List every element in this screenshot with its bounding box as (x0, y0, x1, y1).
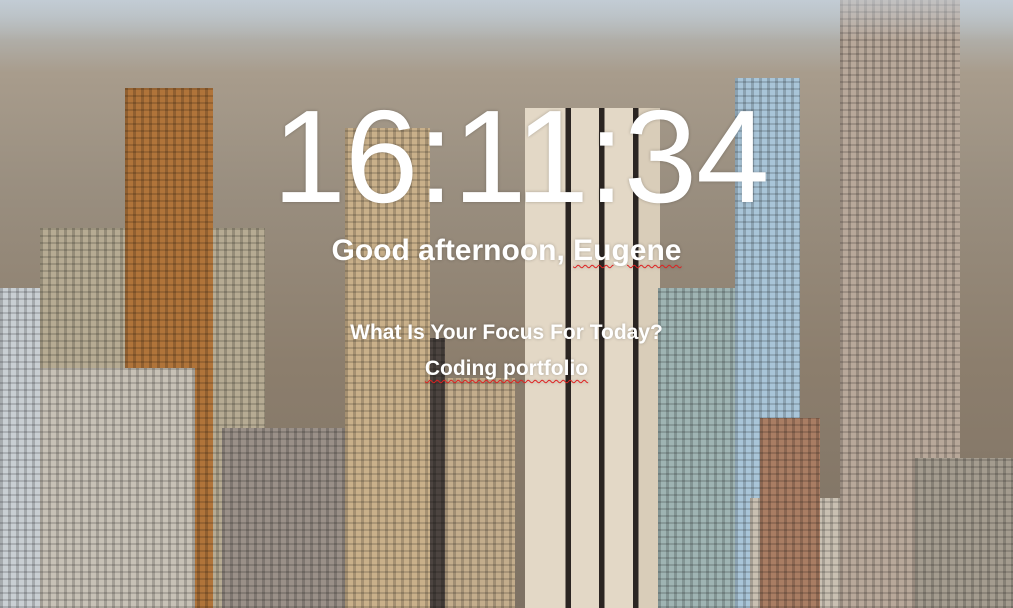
focus-input[interactable]: Coding portfolio (0, 356, 1013, 382)
focus-question: What Is Your Focus For Today? (350, 321, 663, 344)
greeting-prefix: Good afternoon, (331, 234, 574, 267)
greeting: Good afternoon, Eugene (0, 233, 1013, 269)
user-name-editable[interactable]: Eugene (573, 234, 681, 267)
dashboard-content: 16:11:34 Good afternoon, Eugene What Is … (0, 0, 1013, 608)
clock-time: 16:11:34 (272, 83, 769, 230)
